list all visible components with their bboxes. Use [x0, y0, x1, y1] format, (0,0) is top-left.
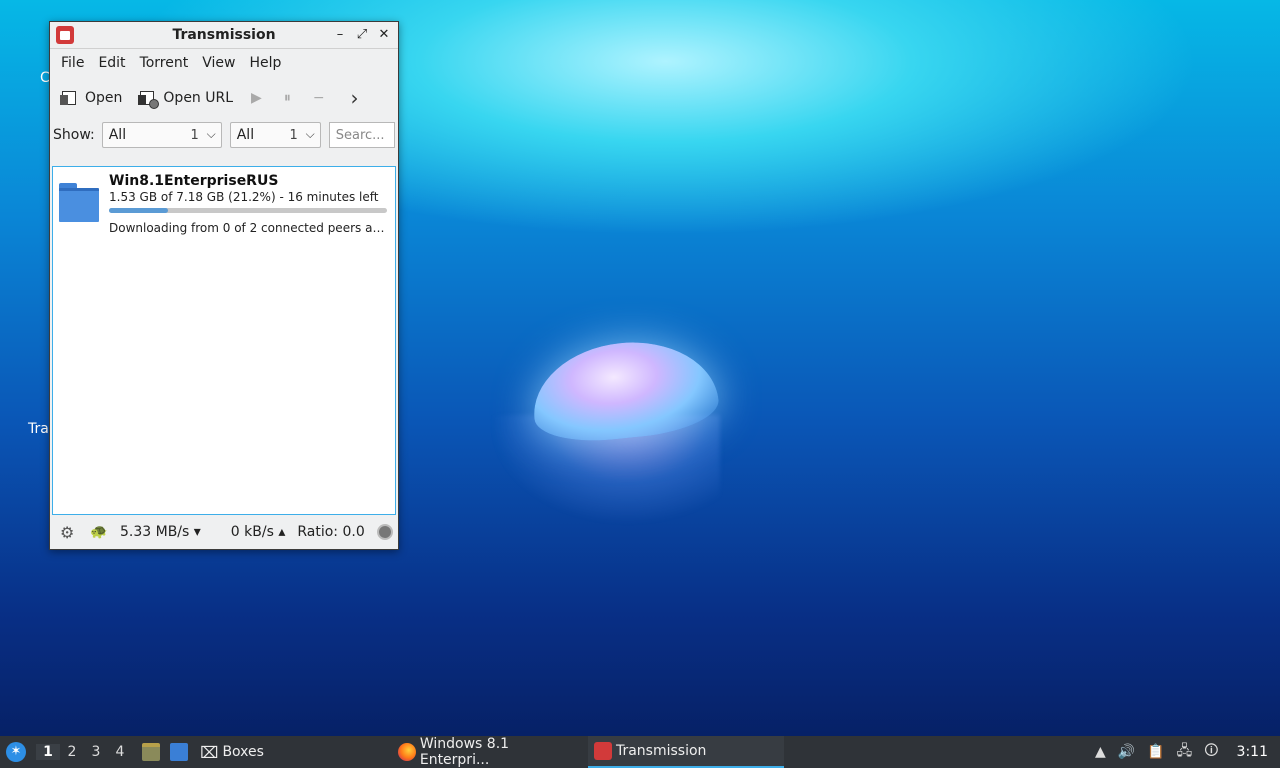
tracker-filter-value: All [236, 127, 255, 143]
firefox-icon [397, 743, 416, 761]
torrent-progress-bar [109, 208, 387, 213]
open-url-button[interactable]: Open URL [138, 90, 234, 109]
show-desktop-icon[interactable] [170, 743, 188, 761]
turtle-icon[interactable]: 🐢 [90, 524, 107, 540]
task-label: Transmission [615, 743, 707, 759]
open-url-icon [138, 91, 160, 109]
volume-icon[interactable]: 🔊 [1118, 744, 1135, 760]
torrent-list[interactable]: Win8.1EnterpriseRUS 1.53 GB of 7.18 GB (… [52, 166, 396, 515]
open-button[interactable]: Open [60, 90, 123, 106]
desktop-icon-label[interactable]: Tra [28, 421, 49, 437]
taskbar-task-transmission[interactable]: Transmission [587, 736, 784, 768]
workspace-4[interactable]: 4 [108, 744, 132, 760]
task-label: Windows 8.1 Enterpri... [419, 736, 510, 768]
tracker-filter-combo[interactable]: All 1 ⌵ [229, 122, 321, 148]
network-icon[interactable]: 🖧 [1177, 740, 1193, 764]
start-icon[interactable]: ▶ [251, 90, 262, 106]
chevron-down-icon: ⌵ [305, 127, 315, 141]
file-manager-icon[interactable] [142, 743, 160, 761]
workspace-2[interactable]: 2 [60, 744, 84, 760]
close-button[interactable]: ✕ [374, 25, 394, 45]
menu-edit[interactable]: Edit [91, 55, 132, 71]
boxes-icon: ⌧ [200, 742, 219, 762]
taskbar: ✶ 1 2 3 4 ⌧ Boxes Windows 8.1 Enterpri..… [0, 736, 1280, 768]
clipboard-icon[interactable]: 📋 [1147, 744, 1164, 760]
minimize-button[interactable]: – [330, 25, 350, 45]
taskbar-task-firefox[interactable]: Windows 8.1 Enterpri... [392, 736, 588, 768]
notification-icon[interactable]: 🛈 [1204, 740, 1218, 764]
ratio-icon[interactable] [376, 524, 393, 540]
show-label: Show: [53, 127, 95, 143]
menu-help[interactable]: Help [242, 55, 288, 71]
chevron-right-icon[interactable]: › [351, 86, 359, 110]
download-speed[interactable]: 5.33 MB/s ▾ [120, 524, 201, 540]
torrent-status-text: Downloading from 0 of 2 connected peers … [109, 221, 387, 235]
status-filter-count: 1 [190, 127, 199, 143]
menu-torrent[interactable]: Torrent [133, 55, 196, 71]
boxes-launcher[interactable]: ⌧ Boxes [200, 743, 264, 762]
torrent-row[interactable]: Win8.1EnterpriseRUS 1.53 GB of 7.18 GB (… [53, 167, 395, 235]
wallpaper-jellyfish [470, 333, 740, 525]
tracker-filter-count: 1 [289, 127, 298, 143]
boxes-label: Boxes [222, 744, 264, 760]
pause-icon[interactable]: ⏸ [284, 90, 291, 106]
torrent-progress-text: 1.53 GB of 7.18 GB (21.2%) - 16 minutes … [109, 190, 379, 204]
torrent-name: Win8.1EnterpriseRUS [109, 173, 279, 189]
remove-icon[interactable]: − [313, 90, 325, 106]
gear-icon[interactable]: ⚙ [60, 523, 78, 542]
workspace-switcher: 1 2 3 4 [36, 744, 132, 760]
open-button-label: Open [85, 90, 123, 106]
menu-bar: File Edit Torrent View Help [50, 49, 398, 77]
toolbar: Open Open URL ▶ ⏸ − › [50, 77, 398, 119]
window-titlebar[interactable]: Transmission – ⤢ ✕ [50, 22, 398, 49]
torrent-info: Win8.1EnterpriseRUS 1.53 GB of 7.18 GB (… [109, 173, 389, 235]
transmission-app-icon[interactable] [56, 26, 74, 44]
filter-bar: Show: All 1 ⌵ All 1 ⌵ Searc... [50, 119, 398, 151]
search-input[interactable]: Searc... [328, 122, 395, 148]
status-filter-value: All [108, 127, 127, 143]
menu-view[interactable]: View [195, 55, 242, 71]
system-tray: ▲ 🔊 📋 🖧 🛈 3:11 [1095, 740, 1268, 764]
status-bar: ⚙ 🐢 5.33 MB/s ▾ 0 kB/s ▴ Ratio: 0.0 [50, 515, 398, 549]
torrent-progress-fill [109, 208, 168, 213]
workspace-1[interactable]: 1 [36, 744, 60, 760]
clock[interactable]: 3:11 [1237, 744, 1268, 760]
transmission-window: Transmission – ⤢ ✕ File Edit Torrent Vie… [49, 21, 399, 550]
maximize-button[interactable]: ⤢ [352, 25, 372, 45]
ratio-text[interactable]: Ratio: 0.0 [297, 524, 364, 540]
menu-file[interactable]: File [54, 55, 91, 71]
upload-speed[interactable]: 0 kB/s ▴ [231, 524, 286, 540]
tray-up-icon[interactable]: ▲ [1095, 744, 1106, 760]
window-controls: – ⤢ ✕ [330, 25, 394, 45]
open-file-icon [60, 91, 76, 105]
start-menu-icon[interactable]: ✶ [6, 742, 26, 762]
folder-icon [59, 183, 99, 222]
workspace-3[interactable]: 3 [84, 744, 108, 760]
status-filter-combo[interactable]: All 1 ⌵ [101, 122, 222, 148]
chevron-down-icon: ⌵ [206, 127, 216, 141]
open-url-button-label: Open URL [163, 90, 234, 106]
transmission-icon [593, 742, 612, 760]
